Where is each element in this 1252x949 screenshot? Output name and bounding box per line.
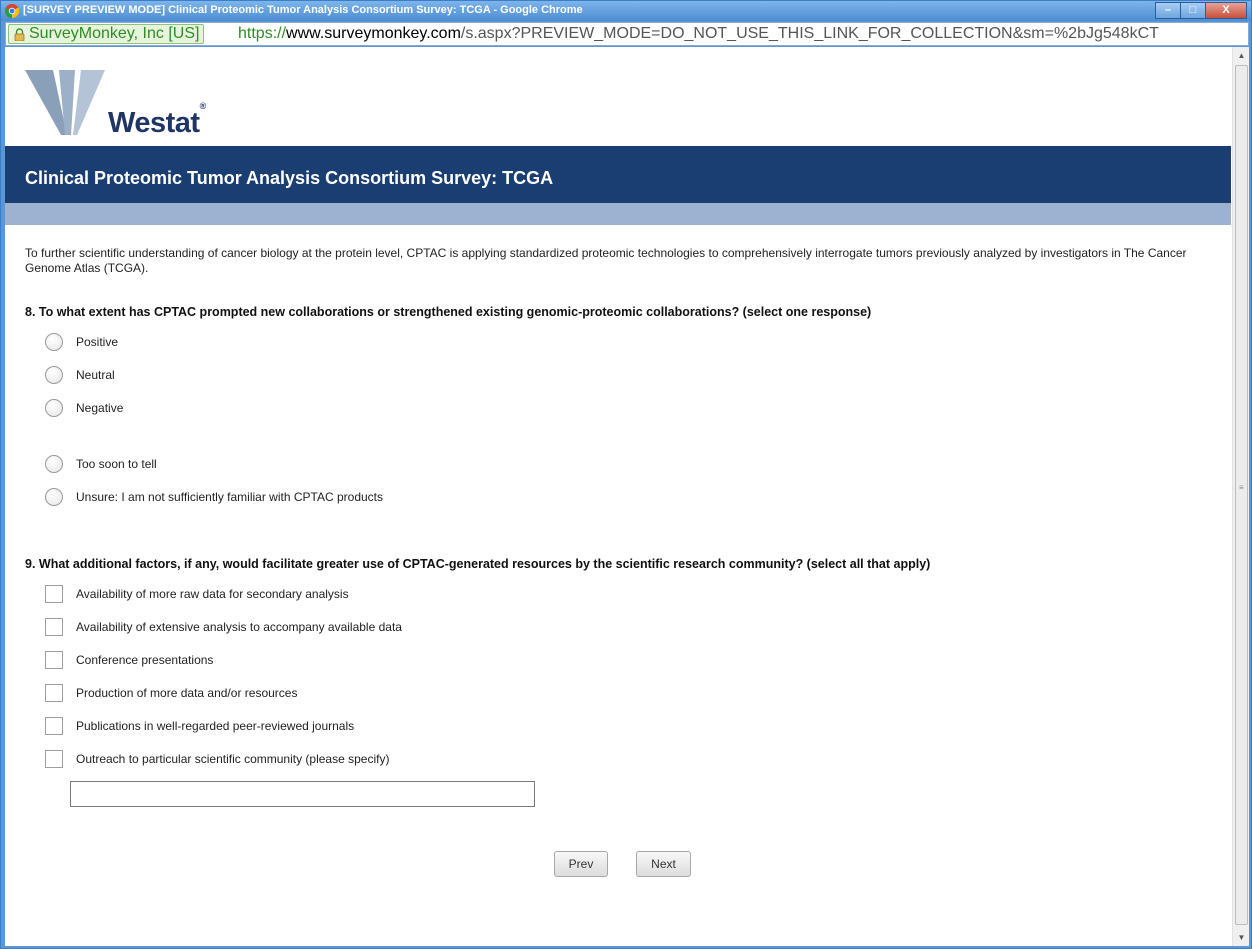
title-bar[interactable]: [SURVEY PREVIEW MODE] Clinical Proteomic… [1,1,1251,21]
option-label: Production of more data and/or resources [76,686,298,700]
checkbox[interactable] [45,750,63,768]
outreach-specify-input[interactable] [70,781,535,807]
scroll-up-arrow-icon[interactable]: ▲ [1233,47,1249,64]
window-controls: – □ X [1155,2,1247,19]
option-label: Negative [76,401,124,415]
window-title: [SURVEY PREVIEW MODE] Clinical Proteomic… [23,4,583,16]
q8-option-unsure[interactable]: Unsure: I am not sufficiently familiar w… [45,487,383,507]
q8-option-neutral[interactable]: Neutral [45,365,115,385]
option-label: Conference presentations [76,653,214,667]
grip-icon: ≡ [1239,483,1244,492]
address-bar[interactable]: SurveyMonkey, Inc [US] https://www.surve… [5,22,1249,46]
next-button[interactable]: Next [636,851,691,877]
option-label: Availability of more raw data for second… [76,587,349,601]
option-label: Unsure: I am not sufficiently familiar w… [76,490,383,504]
radio-button[interactable] [45,455,63,473]
checkbox[interactable] [45,717,63,735]
q8-option-positive[interactable]: Positive [45,332,118,352]
ssl-label: SurveyMonkey, Inc [US] [29,25,200,42]
question-9: 9. What additional factors, if any, woul… [25,557,931,571]
page-viewport: Westat® Clinical Proteomic Tumor Analysi… [5,47,1249,946]
q9-option-conference[interactable]: Conference presentations [45,650,213,670]
option-label: Availability of extensive analysis to ac… [76,620,402,634]
westat-mark-icon [25,70,105,135]
q9-option-extensive-analysis[interactable]: Availability of extensive analysis to ac… [45,617,402,637]
radio-button[interactable] [45,488,63,506]
maximize-button[interactable]: □ [1180,2,1206,19]
survey-title: Clinical Proteomic Tumor Analysis Consor… [25,168,554,188]
intro-text: To further scientific understanding of c… [25,246,1187,275]
option-label: Too soon to tell [76,457,157,471]
q9-option-publications[interactable]: Publications in well-regarded peer-revie… [45,716,354,736]
q8-option-negative[interactable]: Negative [45,398,123,418]
url-text[interactable]: https://www.surveymonkey.com/s.aspx?PREV… [238,25,1159,43]
q9-option-more-data[interactable]: Production of more data and/or resources [45,683,297,703]
vertical-scrollbar[interactable]: ▲ ≡ ▼ [1232,47,1249,946]
chrome-icon [5,4,19,18]
radio-button[interactable] [45,333,63,351]
checkbox[interactable] [45,684,63,702]
logo-text: Westat® [108,101,206,139]
q9-option-raw-data[interactable]: Availability of more raw data for second… [45,584,349,604]
minimize-button[interactable]: – [1155,2,1181,19]
url-scheme: https:// [238,25,287,42]
url-path: /s.aspx?PREVIEW_MODE=DO_NOT_USE_THIS_LIN… [460,25,1159,42]
q9-option-outreach[interactable]: Outreach to particular scientific commun… [45,749,389,769]
option-label: Neutral [76,368,115,382]
scroll-down-arrow-icon[interactable]: ▼ [1233,929,1249,946]
option-label: Publications in well-regarded peer-revie… [76,719,355,733]
close-button[interactable]: X [1205,2,1247,19]
lock-icon [14,28,25,41]
scrollbar-thumb[interactable]: ≡ [1235,65,1248,925]
radio-button[interactable] [45,399,63,417]
q8-option-too-soon[interactable]: Too soon to tell [45,454,157,474]
checkbox[interactable] [45,651,63,669]
url-domain: www.surveymonkey.com [286,25,461,42]
radio-button[interactable] [45,366,63,384]
sub-banner [5,203,1231,225]
browser-window: [SURVEY PREVIEW MODE] Clinical Proteomic… [0,0,1252,949]
westat-logo: Westat® [25,55,225,139]
option-label: Positive [76,335,119,349]
survey-title-banner: Clinical Proteomic Tumor Analysis Consor… [5,146,1231,203]
checkbox[interactable] [45,618,63,636]
option-label: Outreach to particular scientific commun… [76,752,390,766]
prev-button[interactable]: Prev [554,851,608,877]
checkbox[interactable] [45,585,63,603]
question-8: 8. To what extent has CPTAC prompted new… [25,305,872,319]
ssl-indicator[interactable]: SurveyMonkey, Inc [US] [8,24,205,44]
